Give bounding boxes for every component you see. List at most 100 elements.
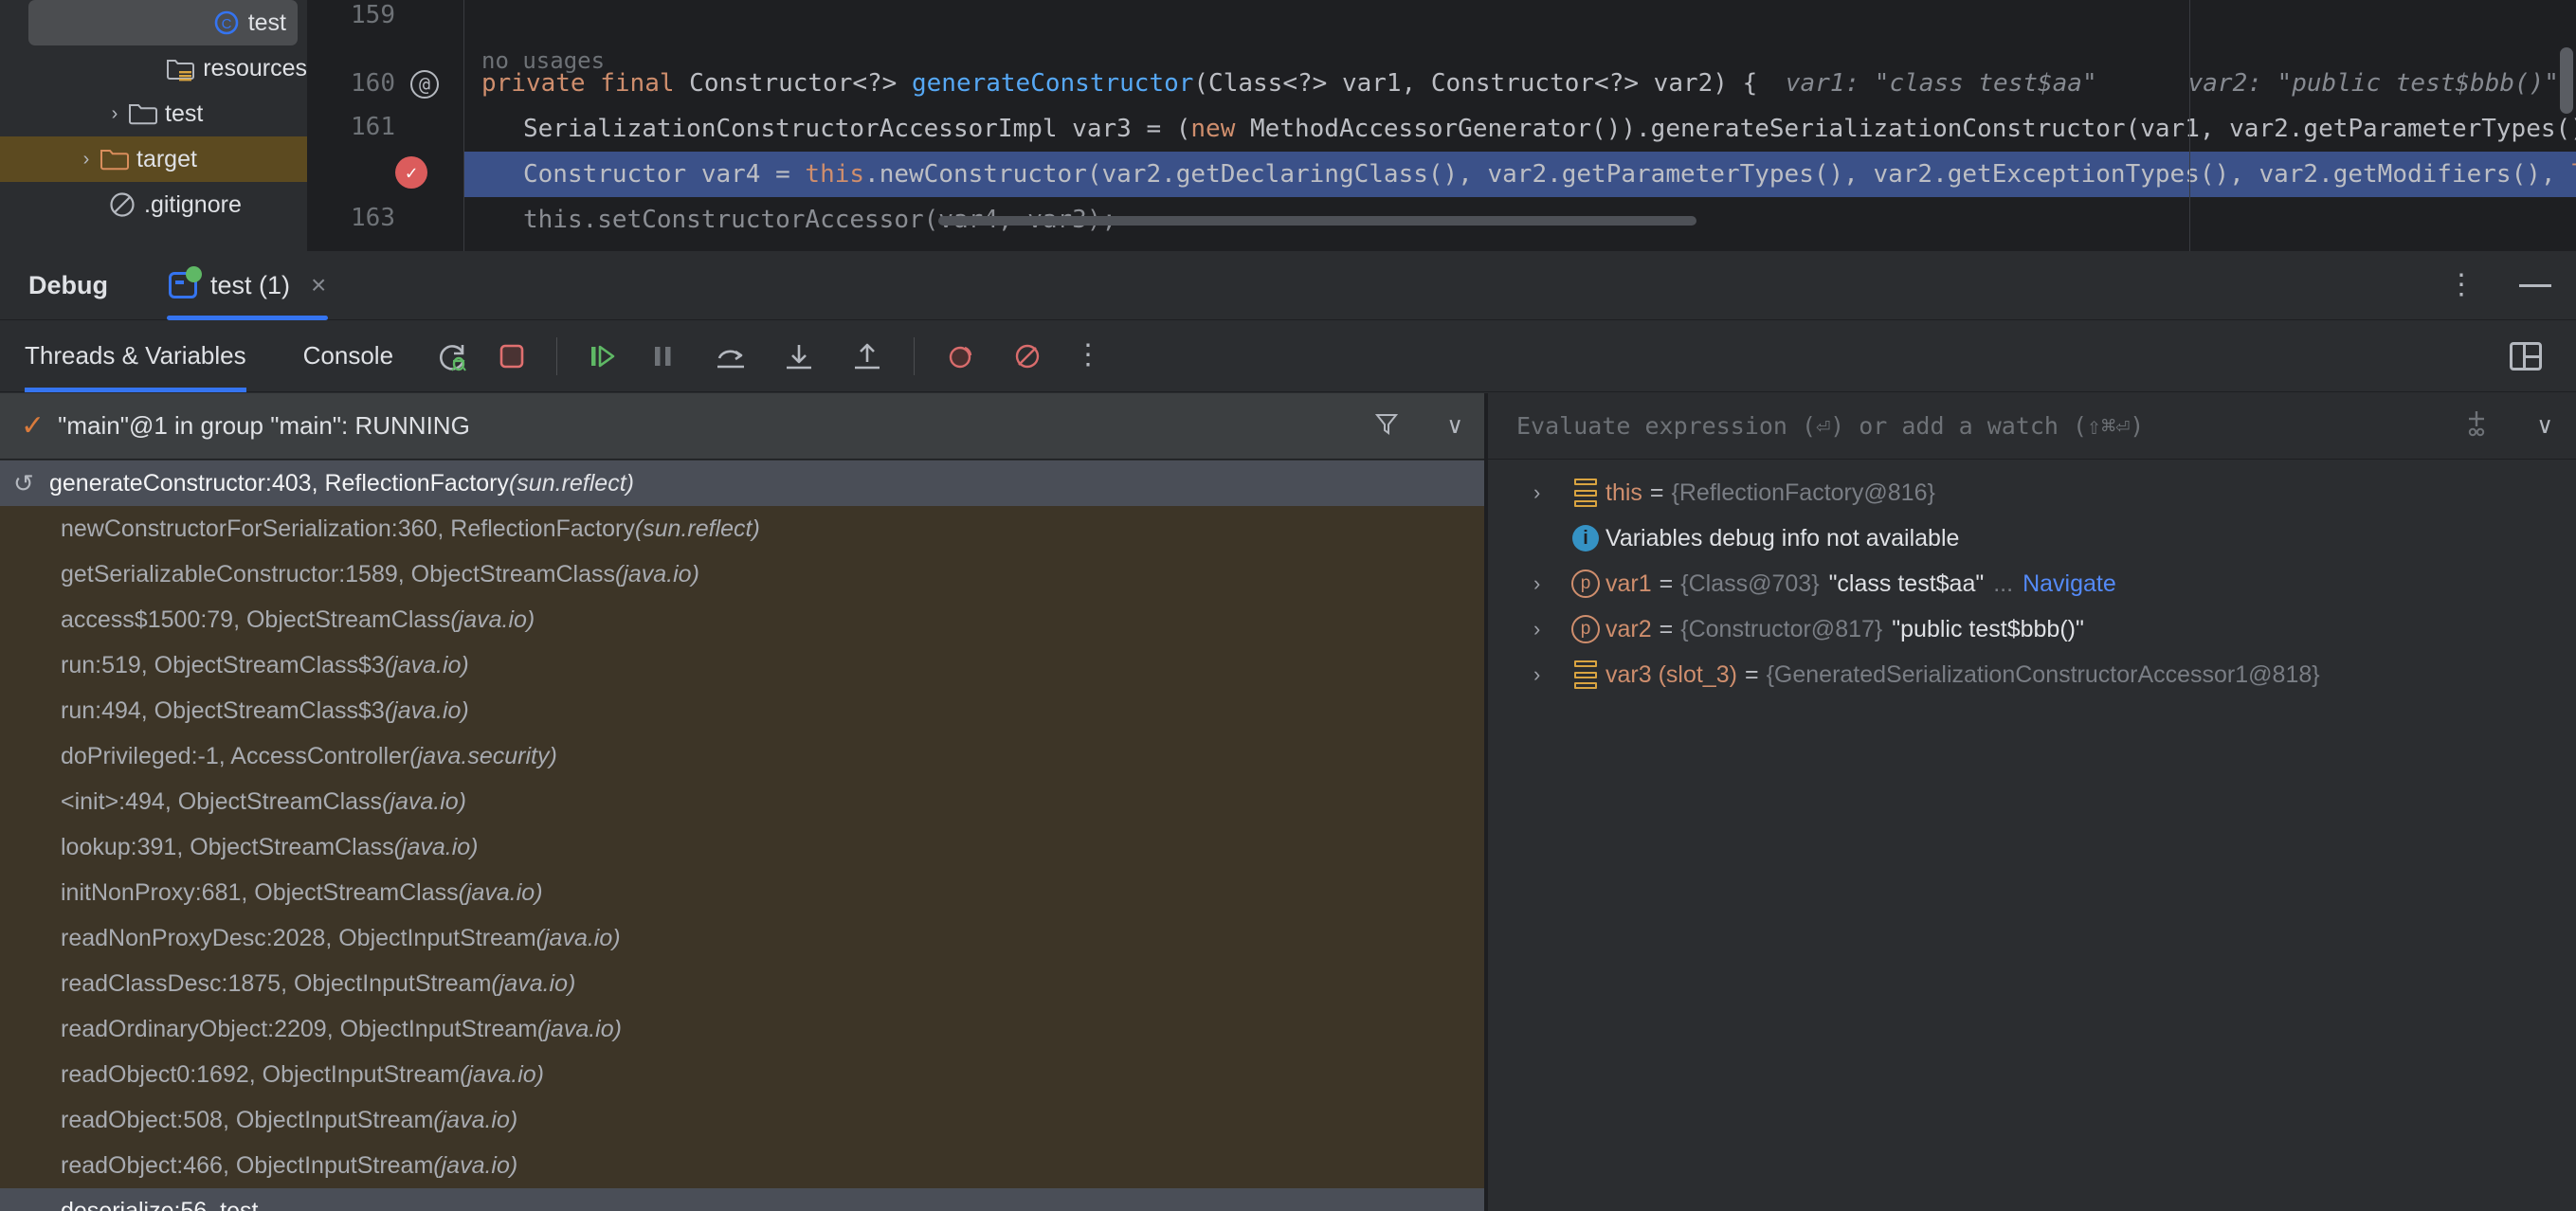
frame-method: initNonProxy:681, ObjectStreamClass <box>61 878 459 906</box>
chevron-right-icon[interactable]: › <box>1533 617 1566 642</box>
navigate-link[interactable]: Navigate <box>2023 570 2116 598</box>
debug-session-tab[interactable]: test (1) × <box>154 251 341 320</box>
frame-row[interactable]: ↺ generateConstructor:403, ReflectionFac… <box>0 461 1484 506</box>
variable-value: "public test$bbb()" <box>1892 615 2084 642</box>
gutter-line-162-breakpoint[interactable]: ✓ <box>308 150 463 195</box>
variable-row-info: i Variables debug info not available <box>1488 515 2576 561</box>
equals-sign: = <box>1659 569 1674 597</box>
minimize-icon[interactable] <box>2519 283 2551 287</box>
close-icon[interactable]: × <box>311 270 326 300</box>
chevron-right-icon[interactable]: › <box>1533 480 1566 505</box>
gutter-line-159: 159 <box>351 1 395 29</box>
equals-sign: = <box>1649 479 1664 506</box>
variable-row-this[interactable]: › this = {ReflectionFactory@816} <box>1488 470 2576 515</box>
tree-item-gitignore[interactable]: .gitignore <box>0 182 307 227</box>
debug-session-tab-label: test (1) <box>210 270 291 299</box>
tree-item-label: test <box>165 99 204 127</box>
frame-row[interactable]: getSerializableConstructor:1589, ObjectS… <box>0 551 1484 597</box>
parameter-icon: p <box>1566 615 1605 643</box>
folder-icon <box>127 100 159 127</box>
code-text-area[interactable]: no usages private final Constructor<?> g… <box>464 0 2576 251</box>
variable-reference: {ReflectionFactory@816} <box>1671 479 1935 506</box>
code-editor[interactable]: 159 160 @ 161 ✓ 163 no usages private fi… <box>308 0 2576 251</box>
top-area: C test resources › test › target .gitign… <box>0 0 2576 251</box>
evaluate-expression-input[interactable]: Evaluate expression (⏎) or add a watch (… <box>1516 412 2144 440</box>
frame-row[interactable]: run:494, ObjectStreamClass$3 (java.io) <box>0 688 1484 733</box>
mute-breakpoints-button[interactable] <box>937 333 985 380</box>
frame-row[interactable]: initNonProxy:681, ObjectStreamClass (jav… <box>0 870 1484 915</box>
debug-session-running-icon <box>169 266 202 298</box>
step-into-button[interactable] <box>775 333 823 380</box>
tree-item-resources[interactable]: resources <box>0 45 307 91</box>
chevron-down-icon[interactable]: ∨ <box>1446 412 1463 440</box>
folded-region-bar[interactable] <box>938 216 1696 226</box>
editor-scrollbar-thumb[interactable] <box>2560 47 2573 114</box>
view-breakpoints-button[interactable] <box>1004 333 1051 380</box>
frame-method: readObject0:1692, ObjectInputStream <box>61 1060 461 1088</box>
frame-row[interactable]: <init>:494, ObjectStreamClass (java.io) <box>0 779 1484 824</box>
tree-item-test-folder[interactable]: › test <box>0 91 307 136</box>
chevron-right-icon[interactable]: › <box>1533 571 1566 596</box>
frame-row[interactable]: run:519, ObjectStreamClass$3 (java.io) <box>0 642 1484 688</box>
frame-row[interactable]: readObject:466, ObjectInputStream (java.… <box>0 1143 1484 1188</box>
rerun-debug-button[interactable] <box>429 333 477 380</box>
tree-item-target-folder[interactable]: › target <box>0 136 307 182</box>
step-over-button[interactable] <box>707 333 754 380</box>
layout-settings-button[interactable] <box>2502 333 2549 380</box>
frame-row[interactable]: lookup:391, ObjectStreamClass (java.io) <box>0 824 1484 870</box>
frame-row[interactable]: access$1500:79, ObjectStreamClass (java.… <box>0 597 1484 642</box>
thread-selector[interactable]: ✓ "main"@1 in group "main": RUNNING ∨ <box>0 393 1484 460</box>
gutter-line-160[interactable]: 160 @ <box>308 61 463 106</box>
equals-sign: = <box>1659 615 1674 642</box>
chevron-right-icon[interactable]: › <box>102 103 127 125</box>
variable-row-var1[interactable]: › p var1 = {Class@703} "class test$aa" .… <box>1488 561 2576 606</box>
frame-package: (java.security) <box>409 742 557 769</box>
frame-row[interactable]: newConstructorForSerialization:360, Refl… <box>0 506 1484 551</box>
frame-method: readClassDesc:1875, ObjectInputStream <box>61 969 492 997</box>
add-watch-icon[interactable] <box>2460 407 2493 446</box>
debug-tool-window: Debug test (1) × ⋮ Threads & Variables C… <box>0 251 2576 1211</box>
resume-program-button[interactable] <box>578 333 626 380</box>
variable-value: "class test$aa" <box>1828 569 1985 597</box>
frame-row[interactable]: readObject:508, ObjectInputStream (java.… <box>0 1097 1484 1143</box>
chevron-down-icon[interactable]: ∨ <box>2536 412 2553 440</box>
frame-method: readObject:508, ObjectInputStream <box>61 1106 434 1133</box>
project-tool-window[interactable]: C test resources › test › target .gitign… <box>0 0 308 251</box>
step-out-button[interactable] <box>844 333 891 380</box>
evaluate-expression-bar[interactable]: Evaluate expression (⏎) or add a watch (… <box>1488 393 2576 460</box>
frame-package: (java.io) <box>384 651 469 678</box>
frame-row[interactable]: deserialize:56, test <box>0 1188 1484 1211</box>
svg-text:C: C <box>221 16 231 32</box>
annotation-at-icon[interactable]: @ <box>395 69 454 99</box>
variable-row-var3[interactable]: › var3 (slot_3) = {GeneratedSerializatio… <box>1488 652 2576 697</box>
variable-row-var2[interactable]: › p var2 = {Constructor@817} "public tes… <box>1488 606 2576 652</box>
variables-tree[interactable]: › this = {ReflectionFactory@816} i Varia… <box>1488 461 2576 1211</box>
thread-running-icon: ✓ <box>21 410 45 442</box>
pause-program-button[interactable] <box>639 333 686 380</box>
frame-row[interactable]: doPrivileged:-1, AccessController (java.… <box>0 733 1484 779</box>
chevron-right-icon[interactable]: › <box>74 149 99 171</box>
tab-threads-and-variables[interactable]: Threads & Variables <box>25 320 246 392</box>
more-options-button[interactable]: ⋮ <box>1064 333 1112 380</box>
tab-console[interactable]: Console <box>303 320 393 392</box>
tree-item-test-class[interactable]: C test <box>28 0 298 45</box>
more-options-icon[interactable]: ⋮ <box>2447 271 2476 298</box>
editor-gutter[interactable]: 159 160 @ 161 ✓ 163 <box>308 0 464 251</box>
toolbar-separator-2 <box>914 336 916 375</box>
chevron-right-icon[interactable]: › <box>1533 662 1566 687</box>
frame-method: getSerializableConstructor:1589, ObjectS… <box>61 560 615 587</box>
frame-row[interactable]: readObject0:1692, ObjectInputStream (jav… <box>0 1052 1484 1097</box>
frame-row[interactable]: readOrdinaryObject:2209, ObjectInputStre… <box>0 1006 1484 1052</box>
info-icon: i <box>1566 525 1605 551</box>
filter-icon[interactable] <box>1372 409 1401 443</box>
frame-package: (java.io) <box>535 924 621 951</box>
frame-package: (java.io) <box>458 878 543 906</box>
frame-method: deserialize:56, test <box>61 1197 259 1211</box>
debug-header-actions: ⋮ <box>2447 271 2551 298</box>
stop-button[interactable] <box>488 333 535 380</box>
frames-list[interactable]: ↺ generateConstructor:403, ReflectionFac… <box>0 461 1484 1211</box>
frame-method: readObject:466, ObjectInputStream <box>61 1151 434 1179</box>
frame-row[interactable]: readNonProxyDesc:2028, ObjectInputStream… <box>0 915 1484 961</box>
breakpoint-icon[interactable]: ✓ <box>395 156 454 189</box>
frame-row[interactable]: readClassDesc:1875, ObjectInputStream (j… <box>0 961 1484 1006</box>
